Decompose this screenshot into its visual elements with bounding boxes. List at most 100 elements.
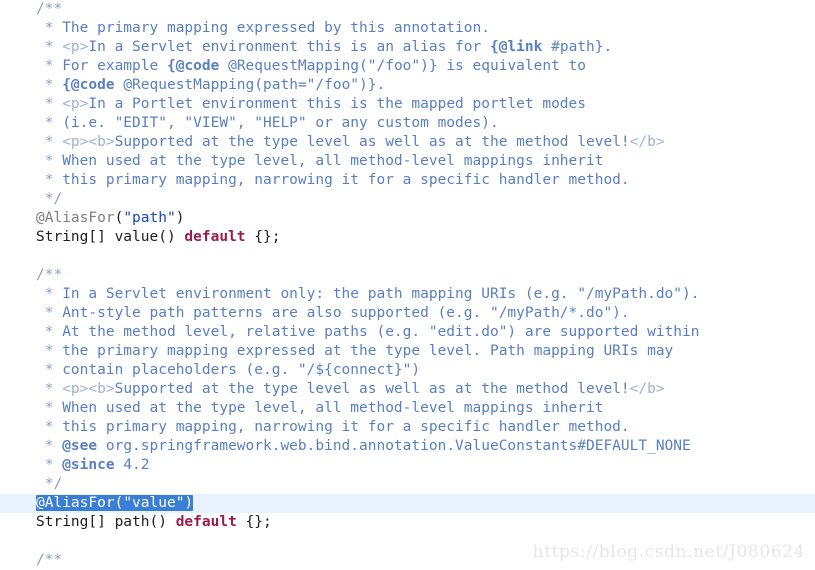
code-token-cmt-delim: *	[36, 457, 63, 473]
code-token-cmt: the primary mapping expressed at the typ…	[62, 343, 674, 359]
code-token-cmt: At the method level, relative paths (e.g…	[62, 324, 700, 340]
code-line[interactable]: * The primary mapping expressed by this …	[0, 19, 815, 38]
code-token-cmt-delim: /**	[36, 267, 63, 283]
code-line[interactable]: String[] path() default {};	[0, 513, 815, 532]
watermark-text: https://blog.csdn.net/J080624	[532, 542, 805, 562]
code-line[interactable]: */	[0, 475, 815, 494]
code-token-cmt-tag: {@code	[166, 58, 220, 74]
code-token-cmt-tag: @see	[62, 438, 98, 454]
code-token-cmt-delim: */	[36, 476, 63, 492]
code-token-cmt-html: </b>	[629, 134, 665, 150]
code-line[interactable]: * this primary mapping, narrowing it for…	[0, 171, 815, 190]
code-token-cmt-tag: {@code	[62, 77, 115, 93]
selected-text-run[interactable]: @AliasFor("value")	[36, 495, 194, 511]
code-editor-viewport[interactable]: /** * The primary mapping expressed by t…	[0, 0, 815, 568]
code-line[interactable]: * the primary mapping expressed at the t…	[0, 342, 815, 361]
code-token-cmt-delim: *	[36, 381, 63, 397]
code-token-cmt-delim: *	[36, 39, 63, 55]
code-line[interactable]: * <p>In a Portlet environment this is th…	[0, 95, 815, 114]
code-line[interactable]: * @since 4.2	[0, 456, 815, 475]
code-line[interactable]: @AliasFor("value")	[0, 494, 815, 513]
code-token-cmt-delim: *	[36, 305, 63, 321]
code-token-cmt: In a Portlet environment this is the map…	[88, 96, 587, 112]
code-line[interactable]: * When used at the type level, all metho…	[0, 152, 815, 171]
code-token-cmt-delim: *	[36, 134, 63, 150]
code-token-cmt-delim: *	[36, 77, 63, 93]
code-token-cmt-delim: *	[36, 172, 63, 188]
code-token-str: "value"	[123, 495, 185, 511]
code-token-cmt: Supported at the type level as well as a…	[114, 134, 630, 150]
code-token-plain: {};	[245, 229, 281, 245]
code-line[interactable]: * @see org.springframework.web.bind.anno…	[0, 437, 815, 456]
code-token-cmt-delim: *	[36, 438, 63, 454]
code-token-plain: {};	[236, 514, 272, 530]
code-token-plain: String[] value()	[36, 229, 185, 245]
code-token-cmt: (i.e. "EDIT", "VIEW", "HELP" or any cust…	[62, 115, 499, 131]
code-line[interactable]: * (i.e. "EDIT", "VIEW", "HELP" or any cu…	[0, 114, 815, 133]
code-line[interactable]: * At the method level, relative paths (e…	[0, 323, 815, 342]
code-line[interactable]: String[] value() default {};	[0, 228, 815, 247]
code-token-cmt: @RequestMapping("/foo")} is equivalent t…	[219, 58, 587, 74]
code-token-cmt-delim: /**	[36, 552, 63, 568]
code-token-cmt: Ant-style path patterns are also support…	[62, 305, 630, 321]
code-token-cmt-delim: *	[36, 153, 63, 169]
code-token-cmt: For example	[62, 58, 167, 74]
code-token-cmt: In a Servlet environment only: the path …	[62, 286, 700, 302]
code-token-cmt-delim: *	[36, 286, 63, 302]
code-token-cmt-delim: *	[36, 96, 63, 112]
code-token-cmt: The primary mapping expressed by this an…	[62, 20, 490, 36]
code-line[interactable]: @AliasFor("path")	[0, 209, 815, 228]
code-token-punct: (	[114, 210, 124, 226]
code-token-punct: )	[175, 210, 185, 226]
code-token-cmt-delim: *	[36, 58, 63, 74]
code-line[interactable]: * For example {@code @RequestMapping("/f…	[0, 57, 815, 76]
code-token-anno: @AliasFor	[36, 495, 115, 511]
code-token-cmt: this primary mapping, narrowing it for a…	[62, 172, 630, 188]
code-token-cmt: org.springframework.web.bind.annotation.…	[97, 438, 691, 454]
code-line[interactable]: * <p><b>Supported at the type level as w…	[0, 133, 815, 152]
code-line[interactable]: */	[0, 190, 815, 209]
code-token-plain: String[] path()	[36, 514, 176, 530]
code-token-str: "path"	[123, 210, 176, 226]
code-token-cmt-html: <p><b>	[62, 381, 115, 397]
code-token-cmt-delim: *	[36, 115, 63, 131]
code-line[interactable]: * <p><b>Supported at the type level as w…	[0, 380, 815, 399]
code-line[interactable]: * <p>In a Servlet environment this is an…	[0, 38, 815, 57]
code-token-cmt-delim: *	[36, 362, 63, 378]
code-token-punct: (	[114, 495, 124, 511]
code-token-kw: default	[184, 229, 246, 245]
code-token-cmt: 4.2	[114, 457, 150, 473]
code-token-cmt-html: <p>	[62, 96, 89, 112]
code-token-anno: @AliasFor	[36, 210, 115, 226]
code-token-cmt-tag: @since	[62, 457, 115, 473]
code-line[interactable]: * Ant-style path patterns are also suppo…	[0, 304, 815, 323]
code-token-cmt-delim: *	[36, 20, 63, 36]
code-lines-container[interactable]: /** * The primary mapping expressed by t…	[0, 0, 815, 570]
code-token-cmt-html: </b>	[629, 381, 665, 397]
code-token-cmt: this primary mapping, narrowing it for a…	[62, 419, 630, 435]
code-token-punct: )	[184, 495, 194, 511]
code-line[interactable]: * contain placeholders (e.g. "/${connect…	[0, 361, 815, 380]
code-token-cmt-html: <p>	[62, 39, 89, 55]
code-token-cmt-delim: *	[36, 324, 63, 340]
code-line[interactable]: /**	[0, 0, 815, 19]
code-token-cmt: @RequestMapping(path="/foo")}.	[114, 77, 386, 93]
code-token-cmt: When used at the type level, all method-…	[62, 400, 604, 416]
code-token-cmt-tag: {@link	[489, 39, 543, 55]
code-token-cmt: contain placeholders (e.g. "/${connect}"…	[62, 362, 421, 378]
code-token-cmt: In a Servlet environment this is an alia…	[88, 39, 490, 55]
code-token-cmt: When used at the type level, all method-…	[62, 153, 604, 169]
code-line[interactable]: * In a Servlet environment only: the pat…	[0, 285, 815, 304]
code-token-cmt-delim: *	[36, 343, 63, 359]
code-line[interactable]: /**	[0, 266, 815, 285]
code-token-cmt-delim: /**	[36, 1, 63, 17]
code-line[interactable]: * this primary mapping, narrowing it for…	[0, 418, 815, 437]
code-token-cmt: #path}.	[542, 39, 613, 55]
code-line[interactable]: * {@code @RequestMapping(path="/foo")}.	[0, 76, 815, 95]
code-token-cmt-html: <p><b>	[62, 134, 115, 150]
code-line[interactable]	[0, 247, 815, 266]
code-token-cmt-delim: */	[36, 191, 63, 207]
code-token-kw: default	[175, 514, 237, 530]
code-line[interactable]: * When used at the type level, all metho…	[0, 399, 815, 418]
code-token-cmt: Supported at the type level as well as a…	[114, 381, 630, 397]
